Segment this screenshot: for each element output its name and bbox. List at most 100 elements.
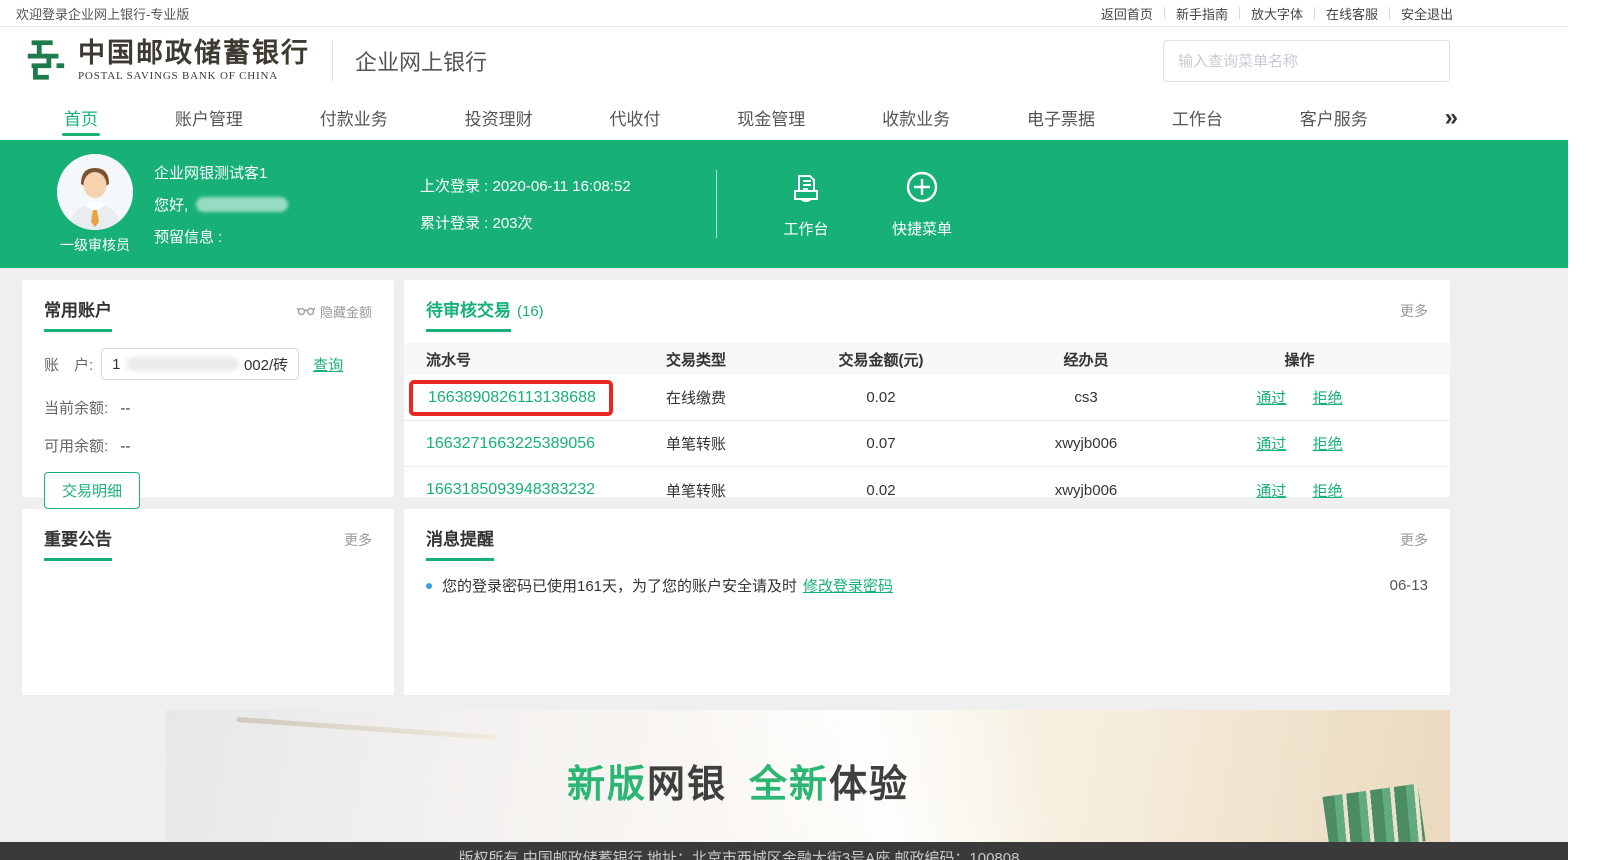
divider (1164, 7, 1165, 19)
workbench-icon (788, 169, 824, 210)
person-avatar-icon (57, 154, 133, 230)
available-balance-label: 可用余额: (44, 438, 108, 455)
link-safe-logout[interactable]: 安全退出 (1401, 4, 1453, 23)
col-serial: 流水号 (426, 349, 631, 370)
account-label: 账 户: (44, 354, 93, 375)
available-balance-value: -- (120, 438, 130, 455)
divider (1389, 7, 1390, 19)
nav-receivables[interactable]: 收款业务 (882, 95, 950, 140)
nav-collection-payment[interactable]: 代收付 (609, 95, 660, 140)
nav-e-bills[interactable]: 电子票据 (1027, 95, 1095, 140)
plus-circle-icon (904, 169, 940, 210)
user-banner: 一级审核员 企业网银测试客1 您好, 预留信息 : 上次登录 : 2020-06… (0, 140, 1568, 268)
col-amount: 交易金额(元) (761, 349, 1001, 370)
topbar-links: 返回首页 新手指南 放大字体 在线客服 安全退出 (1101, 4, 1453, 23)
header: 中国邮政储蓄银行 POSTAL SAVINGS BANK OF CHINA 企业… (0, 27, 1568, 95)
shortcut-workbench[interactable]: 工作台 (763, 169, 849, 239)
message-text: 您的登录密码已使用161天，为了您的账户安全请及时 (442, 575, 797, 596)
promo-part2: 网银 (647, 764, 727, 806)
change-password-link[interactable]: 修改登录密码 (803, 575, 893, 596)
portal-name: 企业网上银行 (355, 45, 487, 77)
hide-amount-label: 隐藏金额 (320, 302, 372, 321)
avatar-block: 一级审核员 (52, 154, 138, 255)
nav-more-chevron-icon[interactable]: » (1445, 95, 1456, 140)
shortcut-quick-menu-label: 快捷菜单 (892, 218, 952, 239)
messages-more-link[interactable]: 更多 (1400, 530, 1428, 550)
redacted-account-number (126, 357, 239, 371)
pending-count: (16) (517, 303, 544, 320)
bullet-dot-icon (426, 583, 432, 589)
table-row: 1663890826113138688 在线缴费 0.02 cs3 通过 拒绝 (404, 375, 1450, 421)
link-enlarge-font[interactable]: 放大字体 (1251, 4, 1303, 23)
account-number-field[interactable]: 1 002/砖 (101, 348, 299, 380)
pending-table-header: 流水号 交易类型 交易金额(元) 经办员 操作 (404, 343, 1450, 375)
query-link[interactable]: 查询 (313, 354, 343, 375)
divider (1314, 7, 1315, 19)
transaction-operator: xwyjb006 (1001, 482, 1171, 499)
brand-text: 中国邮政储蓄银行 POSTAL SAVINGS BANK OF CHINA (78, 40, 310, 82)
total-login: 累计登录 : 203次 (420, 212, 700, 233)
content-area: 常用账户 隐藏金额 账 户: (0, 268, 1568, 842)
link-beginner-guide[interactable]: 新手指南 (1176, 4, 1228, 23)
topbar: 欢迎登录企业网上银行-专业版 返回首页 新手指南 放大字体 在线客服 安全退出 (0, 0, 1568, 27)
user-role: 一级审核员 (60, 235, 130, 255)
nav-workbench[interactable]: 工作台 (1172, 95, 1223, 140)
transaction-operator: xwyjb006 (1001, 435, 1171, 452)
nav-cash-management[interactable]: 现金管理 (737, 95, 805, 140)
col-type: 交易类型 (631, 349, 761, 370)
divider (1239, 7, 1240, 19)
notices-more-link[interactable]: 更多 (344, 530, 372, 550)
account-number-suffix: 002/砖 (244, 354, 288, 375)
important-notices-card: 重要公告 更多 (22, 509, 394, 695)
reserved-info-label: 预留信息 : (154, 226, 404, 247)
serial-link[interactable]: 1663271663225389056 (426, 435, 595, 452)
nav-investment[interactable]: 投资理财 (465, 95, 533, 140)
reject-link[interactable]: 拒绝 (1313, 390, 1343, 407)
current-balance-label: 当前余额: (44, 400, 108, 417)
menu-search-input[interactable] (1164, 41, 1449, 81)
approve-link[interactable]: 通过 (1256, 436, 1286, 453)
transaction-amount: 0.02 (761, 482, 1001, 499)
hide-amount-toggle[interactable]: 隐藏金额 (297, 302, 372, 321)
table-row: 1663185093948383232 单笔转账 0.02 xwyjb006 通… (404, 467, 1450, 513)
message-date: 06-13 (1390, 577, 1428, 594)
promo-banner: 新版网银全新体验 (166, 710, 1450, 842)
link-online-service[interactable]: 在线客服 (1326, 4, 1378, 23)
nav-payment[interactable]: 付款业务 (320, 95, 388, 140)
table-row: 1663271663225389056 单笔转账 0.07 xwyjb006 通… (404, 421, 1450, 467)
link-return-home[interactable]: 返回首页 (1101, 4, 1153, 23)
shortcut-quick-menu[interactable]: 快捷菜单 (879, 169, 965, 239)
transaction-detail-button[interactable]: 交易明细 (44, 472, 140, 509)
psbc-logo-icon (22, 36, 68, 87)
pending-more-link[interactable]: 更多 (1400, 301, 1428, 321)
promo-part4: 体验 (829, 764, 909, 806)
greeting-text: 您好, (154, 194, 188, 215)
common-accounts-card: 常用账户 隐藏金额 账 户: (22, 280, 394, 497)
serial-link[interactable]: 1663185093948383232 (426, 481, 595, 498)
promo-part1: 新版 (567, 764, 647, 806)
menu-search-box (1163, 40, 1450, 82)
welcome-text: 欢迎登录企业网上银行-专业版 (16, 4, 189, 23)
account-number-prefix: 1 (112, 356, 120, 373)
transaction-operator: cs3 (1001, 389, 1171, 406)
reject-link[interactable]: 拒绝 (1313, 483, 1343, 500)
nav-customer-service[interactable]: 客户服务 (1300, 95, 1368, 140)
divider (332, 41, 333, 81)
approve-link[interactable]: 通过 (1256, 390, 1286, 407)
nav-home[interactable]: 首页 (64, 95, 98, 140)
redacted-username (196, 197, 288, 212)
copyright-text: 版权所有 中国邮政储蓄银行 地址：北京市西城区金融大街3号A座 邮政编码：100… (459, 847, 1020, 860)
approve-link[interactable]: 通过 (1256, 483, 1286, 500)
serial-link[interactable]: 1663890826113138688 (428, 389, 596, 406)
reject-link[interactable]: 拒绝 (1313, 436, 1343, 453)
accounts-card-title: 常用账户 (44, 296, 112, 332)
col-actions: 操作 (1171, 349, 1428, 370)
promo-slogan: 新版网银全新体验 (567, 753, 909, 808)
nav-account-management[interactable]: 账户管理 (175, 95, 243, 140)
red-highlight-box: 1663890826113138688 (409, 380, 613, 416)
messages-card-title: 消息提醒 (426, 525, 494, 561)
message-item: 您的登录密码已使用161天，为了您的账户安全请及时 修改登录密码 06-13 (426, 575, 1428, 596)
divider (716, 170, 717, 238)
footer: 版权所有 中国邮政储蓄银行 地址：北京市西城区金融大街3号A座 邮政编码：100… (0, 842, 1568, 860)
notices-card-title: 重要公告 (44, 525, 112, 561)
